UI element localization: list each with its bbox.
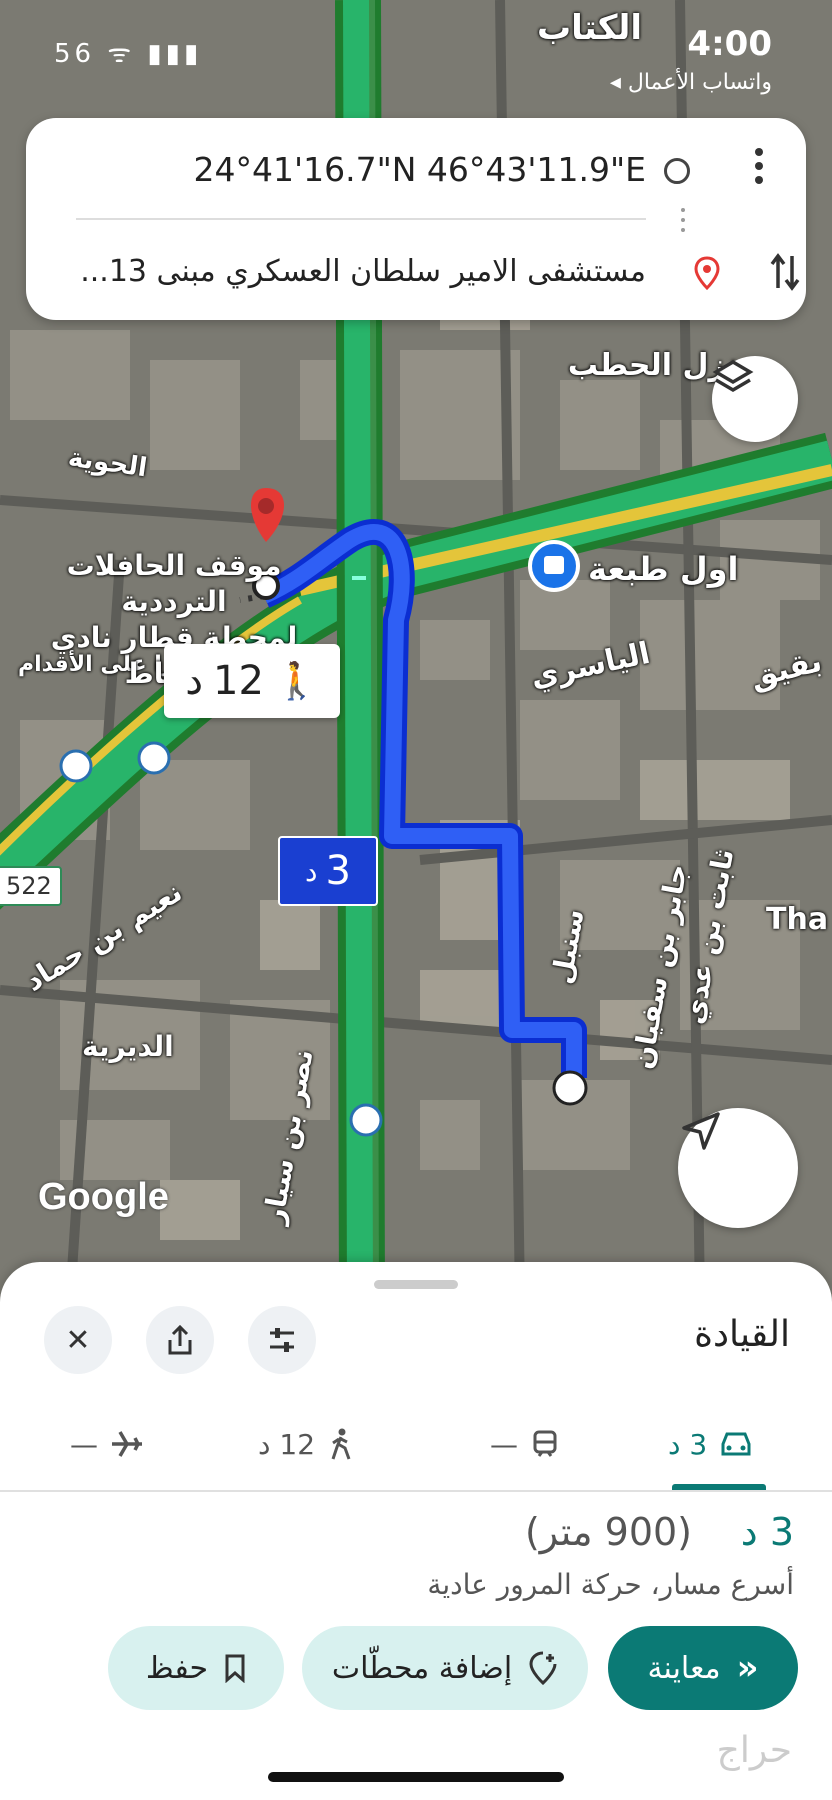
car-icon bbox=[721, 1432, 751, 1456]
route-distance: (900 متر) bbox=[524, 1510, 692, 1554]
walk-icon: 🚶 bbox=[273, 661, 319, 702]
watermark-logo: حراج bbox=[716, 1730, 792, 1771]
navigation-arrow-icon bbox=[682, 1112, 720, 1150]
directions-search-card[interactable]: 24°41'16.7"N 46°43'11.9"E مستشفى الامير … bbox=[26, 118, 806, 320]
origin-circle-icon bbox=[664, 158, 690, 184]
double-chevron-icon: « bbox=[736, 1648, 759, 1688]
map-label-tha: Tha bbox=[766, 902, 829, 937]
map-label-diriya: الديرية bbox=[82, 1030, 174, 1063]
signal-wifi-battery-icon: 56 ᯤ ▮▮▮ bbox=[54, 39, 203, 69]
route-duration: 3 د bbox=[740, 1510, 794, 1554]
add-stops-button[interactable]: إضافة محطّات bbox=[302, 1626, 588, 1710]
origin-field[interactable]: 24°41'16.7"N 46°43'11.9"E bbox=[194, 150, 646, 189]
google-logo: Google bbox=[38, 1176, 169, 1218]
home-indicator bbox=[268, 1772, 564, 1782]
route-description: أسرع مسار، حركة المرور عادية bbox=[427, 1568, 794, 1601]
plane-icon bbox=[112, 1431, 142, 1457]
map-label-awal-tabea: اول طبعة bbox=[588, 550, 739, 588]
tab-transit[interactable]: — bbox=[490, 1402, 560, 1486]
destination-field[interactable]: مستشفى الامير سلطان العسكري مبنى 13... bbox=[80, 254, 646, 289]
travel-mode-tabs[interactable]: 3 د — 12 د — bbox=[0, 1402, 832, 1486]
back-to-app-link[interactable]: ◂ واتساب الأعمال bbox=[610, 70, 772, 95]
travel-mode-title: القيادة bbox=[694, 1314, 790, 1355]
map-view[interactable]: 56 ᯤ ▮▮▮ 4:00 ◂ واتساب الأعمال الكتاب من… bbox=[0, 0, 832, 1300]
close-button[interactable]: ✕ bbox=[44, 1306, 112, 1374]
map-layers-button[interactable] bbox=[712, 356, 798, 442]
add-location-icon bbox=[529, 1651, 557, 1685]
save-button[interactable]: حفظ bbox=[108, 1626, 284, 1710]
tab-flights[interactable]: — bbox=[70, 1402, 144, 1486]
share-icon bbox=[168, 1324, 192, 1355]
route-dots-icon bbox=[681, 208, 685, 244]
route-options-button[interactable] bbox=[248, 1306, 316, 1374]
preview-button[interactable]: « معاينة bbox=[608, 1626, 798, 1710]
sheet-drag-handle[interactable] bbox=[374, 1280, 458, 1289]
tune-icon bbox=[270, 1328, 294, 1352]
close-icon: ✕ bbox=[65, 1322, 91, 1358]
tabs-divider bbox=[0, 1490, 832, 1492]
clock: 4:00 bbox=[687, 24, 772, 64]
field-divider bbox=[76, 218, 646, 220]
walking-time-callout[interactable]: 🚶 12 د bbox=[164, 644, 340, 718]
tab-driving[interactable]: 3 د bbox=[668, 1402, 753, 1486]
layers-icon bbox=[712, 359, 754, 393]
status-bar: 56 ᯤ ▮▮▮ 4:00 ◂ واتساب الأعمال bbox=[0, 20, 832, 95]
walk-icon bbox=[331, 1428, 351, 1460]
more-options-icon[interactable] bbox=[752, 148, 766, 188]
map-label-kitab: الكتاب bbox=[536, 8, 642, 48]
recenter-location-button[interactable] bbox=[678, 1108, 798, 1228]
road-number-shield: 522 bbox=[0, 866, 62, 906]
train-icon bbox=[533, 1430, 557, 1457]
bookmark-icon bbox=[225, 1654, 245, 1683]
tab-walking[interactable]: 12 د bbox=[258, 1402, 355, 1486]
directions-bottom-sheet[interactable]: القيادة ✕ 3 د — 12 د — 3 د (900 متر) أسر… bbox=[0, 1262, 832, 1800]
driving-time-callout[interactable]: 3 د bbox=[278, 836, 378, 906]
share-button[interactable] bbox=[146, 1306, 214, 1374]
